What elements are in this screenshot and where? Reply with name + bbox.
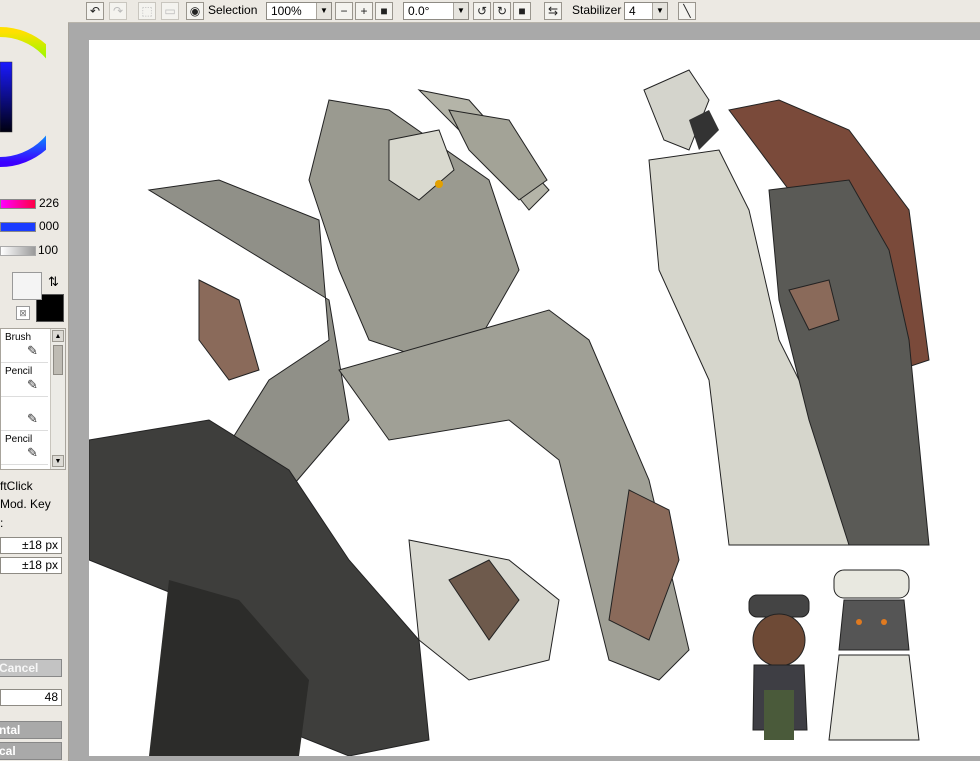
zoom-value: 100% [271,4,302,18]
flip-icon[interactable]: ⇆ [544,2,562,20]
chevron-down-icon: ▼ [316,3,331,19]
toolbar: ↶ ↷ ⬚ ▭ ◉ Selection 100% ▼ − + ■ 0.0° ▼ … [68,0,980,23]
invert-icon[interactable]: ▭ [161,2,179,20]
artwork [89,69,930,756]
tool-list-scrollbar[interactable]: ▲ ▼ [50,329,65,469]
scroll-thumb[interactable] [53,345,63,375]
pen-icon: ✎ [27,411,38,426]
blue-slider[interactable]: 100 [0,243,66,257]
tool-list: Brush ✎ Pencil ✎ ✎ Pencil ✎ ▲ ▼ [0,328,66,470]
chevron-down-icon: ▼ [453,3,468,19]
selection-label[interactable]: Selection [208,3,257,17]
pencil-icon: ✎ [27,445,38,460]
red-value: 226 [39,196,60,210]
swap-colors-icon[interactable]: ⇅ [48,274,59,290]
foreground-color-swatch[interactable] [12,272,42,300]
artwork-chibis [748,569,920,741]
deselect-icon[interactable]: ⬚ [138,2,156,20]
chevron-down-icon: ▼ [652,3,667,19]
canvas-area[interactable] [69,23,980,761]
zoom-select[interactable]: 100% ▼ [266,2,332,20]
zoom-reset-icon[interactable]: ■ [375,2,393,20]
blue-value: 100 [38,243,59,257]
mod-key-label: Mod. Key [0,497,51,511]
artwork-couple [643,69,930,546]
zoom-in-icon[interactable]: + [355,2,373,20]
transparent-color-icon[interactable]: ⊠ [16,306,30,320]
width-field[interactable]: ±18 px [0,537,62,554]
stabilizer-select[interactable]: 4 ▼ [624,2,668,20]
eye-icon[interactable]: ◉ [186,2,204,20]
cancel-button[interactable]: Cancel [0,659,62,677]
zoom-out-icon[interactable]: − [335,2,353,20]
drawing-canvas[interactable] [89,40,980,756]
tool-brush[interactable]: Brush ✎ [1,329,48,363]
green-value: 000 [39,219,60,233]
tool-pencil-2[interactable]: Pencil ✎ [1,431,48,465]
rotate-reset-icon[interactable]: ■ [513,2,531,20]
vertical-button[interactable]: cal [0,742,62,760]
scroll-up-icon[interactable]: ▲ [52,330,64,342]
tool-pencil[interactable]: Pencil ✎ [1,363,48,397]
colon-label: : [0,516,4,530]
scroll-down-icon[interactable]: ▼ [52,455,64,467]
red-slider[interactable]: 226 [0,196,66,210]
line-icon[interactable]: ╲ [678,2,696,20]
rotation-select[interactable]: 0.0° ▼ [403,2,469,20]
green-slider[interactable]: 000 [0,219,66,233]
left-panel: 226 000 100 ⇅ ⊠ Brush ✎ Pencil ✎ ✎ Penci… [0,0,69,761]
tool-label: Pencil [5,366,33,377]
undo-icon[interactable]: ↶ [86,2,104,20]
stabilizer-label: Stabilizer [572,3,622,17]
shift-click-label: ftClick [0,479,33,493]
height-field[interactable]: ±18 px [0,557,62,574]
tool-pen[interactable]: ✎ [1,397,48,431]
red-slider-track[interactable] [0,199,36,209]
color-wheel[interactable] [0,22,46,172]
size-field[interactable]: 48 [0,689,62,706]
rotate-cw-icon[interactable]: ↻ [493,2,511,20]
rotation-value: 0.0° [408,4,430,18]
blue-slider-track[interactable] [0,246,36,256]
rotate-ccw-icon[interactable]: ↺ [473,2,491,20]
artwork-main-figure [89,89,690,756]
stabilizer-value: 4 [629,4,636,18]
horizontal-button[interactable]: ntal [0,721,62,739]
brush-icon: ✎ [27,343,38,358]
tool-label: Pencil [5,434,33,445]
redo-icon[interactable]: ↷ [109,2,127,20]
green-slider-track[interactable] [0,222,36,232]
tool-label: Brush [5,332,32,343]
pencil-icon: ✎ [27,377,38,392]
